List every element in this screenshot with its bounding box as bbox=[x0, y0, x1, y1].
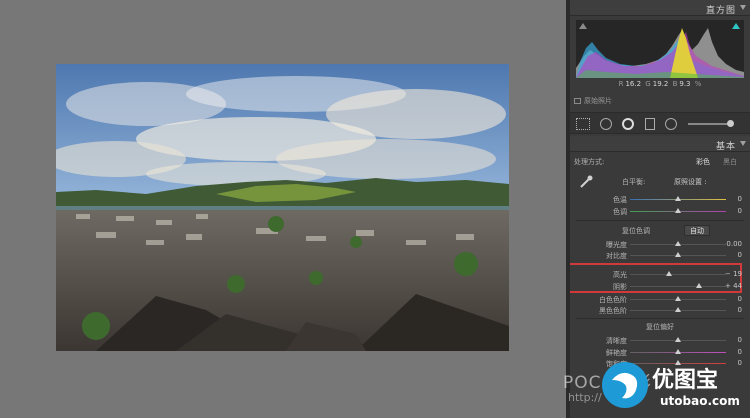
clarity-row: 清晰度 0 bbox=[570, 335, 750, 345]
contrast-slider[interactable] bbox=[630, 252, 726, 257]
rgb-readout: R 16.2 G 19.2 B 9.3 % bbox=[570, 80, 750, 90]
tool-strip bbox=[570, 112, 750, 134]
crop-overlay-icon[interactable] bbox=[576, 118, 590, 130]
collapse-triangle-icon[interactable] bbox=[740, 5, 746, 10]
temp-label: 色温 bbox=[613, 196, 627, 204]
exposure-row: 曝光度 0.00 bbox=[570, 239, 750, 249]
b-label: B bbox=[672, 80, 678, 88]
tint-value[interactable]: 0 bbox=[738, 207, 742, 215]
highlights-label: 高光 bbox=[613, 271, 627, 279]
divider-line bbox=[576, 220, 744, 221]
radial-filter-icon[interactable] bbox=[665, 118, 677, 130]
red-eye-icon[interactable] bbox=[622, 118, 634, 130]
tint-label: 色调 bbox=[613, 208, 627, 216]
r-label: R bbox=[618, 80, 624, 88]
spot-removal-icon[interactable] bbox=[600, 118, 612, 130]
exposure-label: 曝光度 bbox=[606, 241, 627, 249]
vibrance-row: 鲜艳度 0 bbox=[570, 347, 750, 357]
temp-row: 色温 0 bbox=[570, 194, 750, 204]
saturation-value[interactable]: 0 bbox=[738, 359, 742, 367]
original-photo-toggle[interactable]: 原始照片 bbox=[574, 96, 612, 106]
collapse-triangle-icon[interactable] bbox=[740, 141, 746, 146]
clarity-thumb[interactable] bbox=[675, 337, 681, 342]
shadows-row: 阴影 + 44 bbox=[570, 281, 750, 291]
tint-slider[interactable] bbox=[630, 208, 726, 213]
exposure-value[interactable]: 0.00 bbox=[726, 240, 742, 248]
treatment-bw-option[interactable]: 黑白 bbox=[723, 157, 737, 167]
blacks-thumb[interactable] bbox=[675, 307, 681, 312]
exposure-slider[interactable] bbox=[630, 241, 726, 246]
landscape-photo bbox=[56, 64, 509, 351]
treatment-color-option[interactable]: 彩色 bbox=[696, 157, 710, 167]
temp-value[interactable]: 0 bbox=[738, 195, 742, 203]
whites-value[interactable]: 0 bbox=[738, 295, 742, 303]
clarity-value[interactable]: 0 bbox=[738, 336, 742, 344]
utobao-logo-icon bbox=[602, 362, 648, 408]
blacks-label: 黑色色阶 bbox=[599, 307, 627, 315]
vibrance-slider[interactable] bbox=[630, 349, 726, 354]
photo-preview[interactable] bbox=[56, 64, 509, 351]
highlights-value[interactable]: − 19 bbox=[725, 270, 742, 278]
g-value: 19.2 bbox=[652, 80, 669, 88]
blacks-value[interactable]: 0 bbox=[738, 306, 742, 314]
contrast-row: 对比度 0 bbox=[570, 250, 750, 260]
whites-row: 白色色阶 0 bbox=[570, 294, 750, 304]
auto-button[interactable]: 自动 bbox=[684, 225, 710, 236]
graduated-filter-icon[interactable] bbox=[645, 118, 655, 130]
whites-label: 白色色阶 bbox=[599, 296, 627, 304]
b-value: 9.3 bbox=[679, 80, 691, 88]
contrast-thumb[interactable] bbox=[675, 252, 681, 257]
white-balance-label: 白平衡: bbox=[622, 178, 646, 186]
clarity-label: 清晰度 bbox=[606, 337, 627, 345]
shadows-label: 阴影 bbox=[613, 283, 627, 291]
shadows-value[interactable]: + 44 bbox=[725, 282, 742, 290]
vibrance-label: 鲜艳度 bbox=[606, 349, 627, 357]
site-domain-watermark: utobao.com bbox=[660, 394, 740, 408]
contrast-label: 对比度 bbox=[606, 252, 627, 260]
r-value: 16.2 bbox=[625, 80, 642, 88]
rgb-unit: % bbox=[694, 80, 702, 88]
contrast-value[interactable]: 0 bbox=[738, 251, 742, 259]
adjustment-brush-icon[interactable] bbox=[688, 120, 734, 127]
tint-row: 色调 0 bbox=[570, 206, 750, 216]
histogram[interactable] bbox=[576, 20, 744, 78]
presence-section-label[interactable]: 复位偏好 bbox=[570, 322, 750, 332]
highlight-clipping-icon[interactable] bbox=[732, 23, 740, 29]
temp-thumb[interactable] bbox=[675, 196, 681, 201]
tint-thumb[interactable] bbox=[675, 208, 681, 213]
clarity-slider[interactable] bbox=[630, 337, 726, 342]
vibrance-value[interactable]: 0 bbox=[738, 348, 742, 356]
image-canvas[interactable] bbox=[0, 0, 566, 418]
shadow-clipping-icon[interactable] bbox=[579, 23, 587, 29]
vibrance-thumb[interactable] bbox=[675, 349, 681, 354]
highlights-slider[interactable] bbox=[630, 271, 726, 276]
eyedropper-icon[interactable] bbox=[578, 174, 594, 190]
histogram-header[interactable]: 直方图 bbox=[570, 0, 750, 16]
highlights-row: 高光 − 19 bbox=[570, 269, 750, 279]
basic-title: 基本 bbox=[715, 142, 736, 152]
temp-slider[interactable] bbox=[630, 196, 726, 201]
histogram-graph bbox=[576, 20, 744, 78]
basic-header[interactable]: 基本 bbox=[570, 136, 750, 152]
tone-section-label[interactable]: 复位色调 bbox=[570, 226, 750, 236]
original-photo-label: 原始照片 bbox=[584, 97, 612, 105]
blacks-row: 黑色色阶 0 bbox=[570, 305, 750, 315]
highlights-thumb[interactable] bbox=[665, 271, 672, 276]
whites-slider[interactable] bbox=[630, 296, 726, 301]
shadows-slider[interactable] bbox=[630, 283, 726, 288]
develop-panel: 直方图 R 16.2 G 19.2 B 9.3 % 原始照片 基本 处理方式: … bbox=[570, 0, 750, 418]
site-title-watermark: 优图宝 bbox=[652, 368, 719, 393]
histogram-title: 直方图 bbox=[705, 6, 736, 16]
shadows-thumb[interactable] bbox=[696, 283, 703, 288]
g-label: G bbox=[645, 80, 651, 88]
url-watermark: http:// bbox=[568, 391, 602, 404]
whites-thumb[interactable] bbox=[675, 296, 681, 301]
original-photo-checkbox[interactable] bbox=[574, 98, 581, 104]
blacks-slider[interactable] bbox=[630, 307, 726, 312]
white-balance-select[interactable]: 原照设置 : bbox=[674, 177, 707, 187]
divider-line bbox=[576, 318, 744, 319]
treatment-label: 处理方式: bbox=[574, 158, 605, 166]
exposure-thumb[interactable] bbox=[675, 241, 681, 246]
